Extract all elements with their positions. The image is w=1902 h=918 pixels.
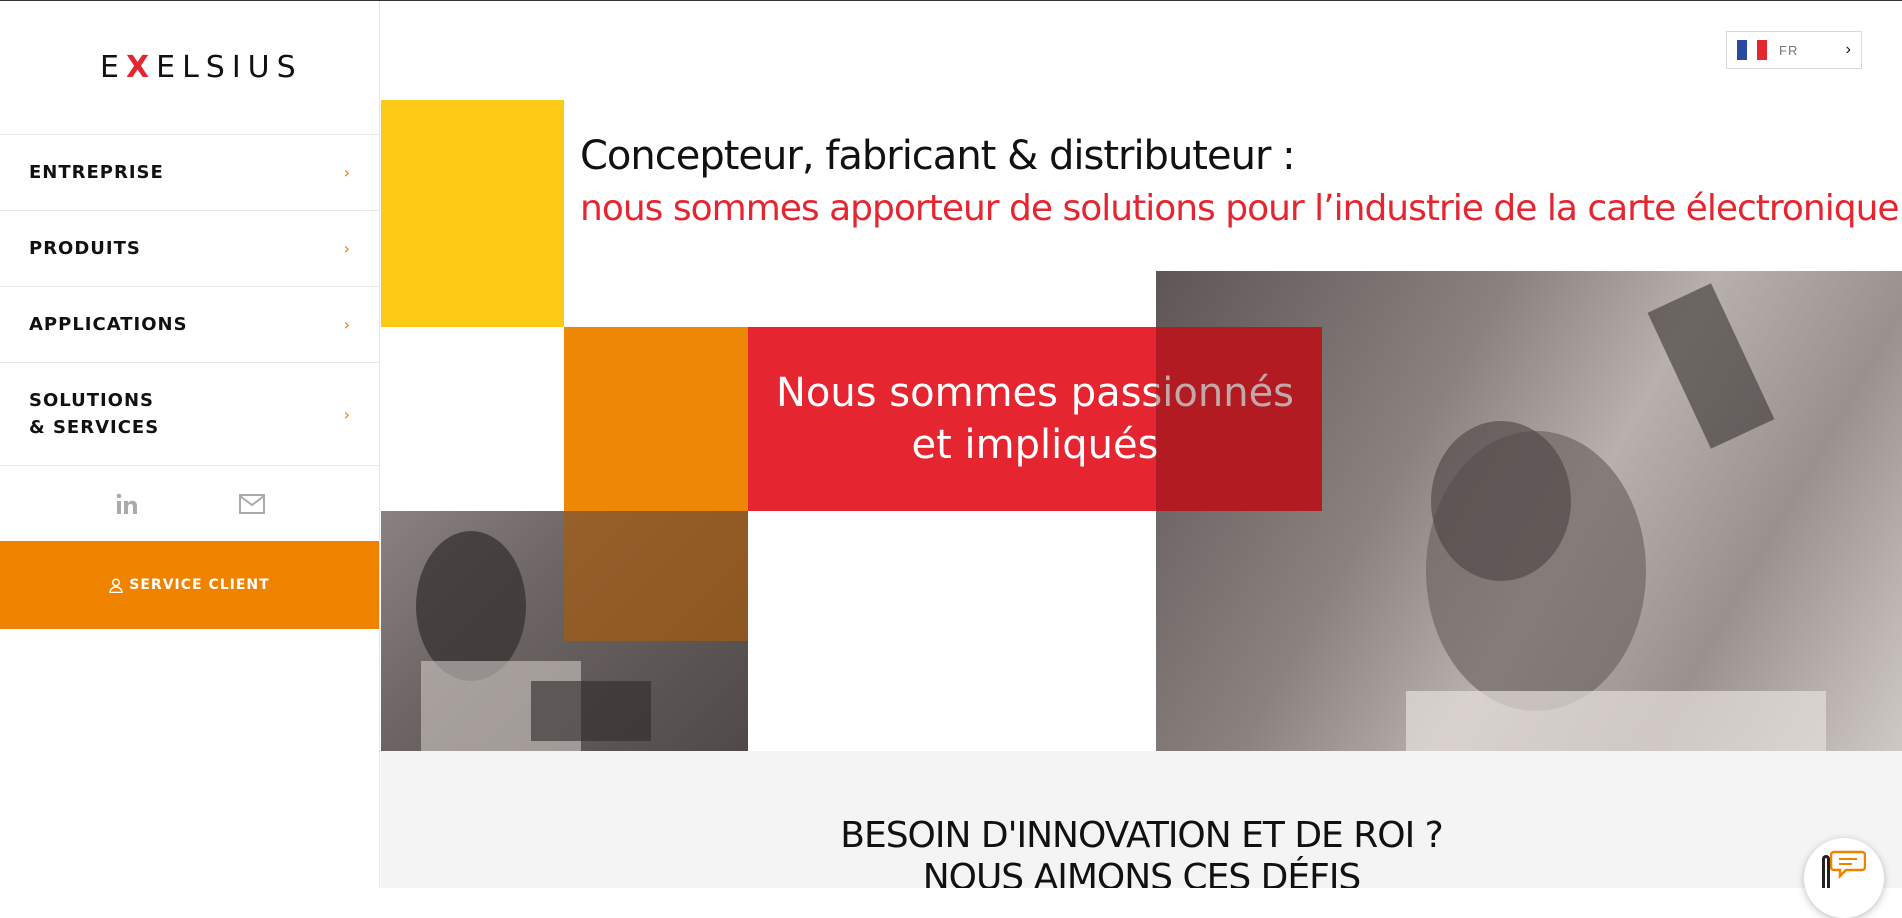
orange-block: [564, 327, 748, 511]
social-links: [0, 466, 379, 541]
main-nav: ENTREPRISE › PRODUITS › APPLICATIONS › S…: [0, 134, 379, 466]
logo-text-start: E: [100, 49, 126, 85]
nav-label: APPLICATIONS: [29, 314, 188, 335]
section-title-line2: NOUS AIMONS CES DÉFIS: [922, 857, 1362, 888]
chevron-right-icon: ›: [343, 239, 350, 258]
phone-icon: [1822, 855, 1830, 888]
service-client-button[interactable]: SERVICE CLIENT: [0, 541, 379, 629]
chevron-right-icon: ›: [343, 163, 350, 182]
chevron-right-icon: ›: [1845, 41, 1851, 58]
mail-icon[interactable]: [237, 490, 267, 518]
language-code: FR: [1779, 42, 1799, 58]
hero-subheadline-period: .: [1899, 188, 1902, 229]
photo-red-overlap: [1156, 327, 1322, 511]
sidebar: E X ELSIUS ENTREPRISE › PRODUITS › APPLICA…: [0, 1, 380, 888]
nav-label: ENTREPRISE: [29, 162, 164, 183]
hero-subheadline-text: nous sommes apporteur de solutions pour …: [580, 188, 1900, 229]
linkedin-icon[interactable]: [112, 490, 142, 518]
logo[interactable]: E X ELSIUS: [100, 49, 303, 85]
nav-item-applications[interactable]: APPLICATIONS ›: [0, 287, 379, 363]
language-selector[interactable]: FR ›: [1726, 31, 1862, 69]
france-flag-icon: [1737, 40, 1767, 60]
yellow-block: [381, 100, 564, 327]
chat-widget-button[interactable]: [1804, 838, 1884, 918]
logo-x: X: [125, 49, 157, 85]
lab-technician-photo: [381, 511, 748, 751]
chevron-right-icon: ›: [343, 404, 350, 424]
hero-headline: Concepteur, fabricant & distributeur :: [580, 133, 1296, 179]
nav-label: SOLUTIONS & SERVICES: [29, 390, 160, 438]
nav-label: PRODUITS: [29, 238, 141, 259]
section-title-line1: BESOIN D'INNOVATION ET DE ROI ?: [840, 815, 1444, 856]
logo-text-end: ELSIUS: [156, 49, 303, 85]
innovation-section: BESOIN D'INNOVATION ET DE ROI ? NOUS AIM…: [381, 751, 1902, 888]
chevron-right-icon: ›: [343, 315, 350, 334]
nav-item-solutions-services[interactable]: SOLUTIONS & SERVICES ›: [0, 363, 379, 466]
nav-item-produits[interactable]: PRODUITS ›: [0, 211, 379, 287]
nav-item-entreprise[interactable]: ENTREPRISE ›: [0, 135, 379, 211]
chat-icon: [1830, 850, 1866, 880]
hero-subheadline: nous sommes apporteur de solutions pour …: [580, 188, 1902, 229]
service-client-label: SERVICE CLIENT: [129, 577, 270, 593]
user-icon: [109, 577, 124, 593]
